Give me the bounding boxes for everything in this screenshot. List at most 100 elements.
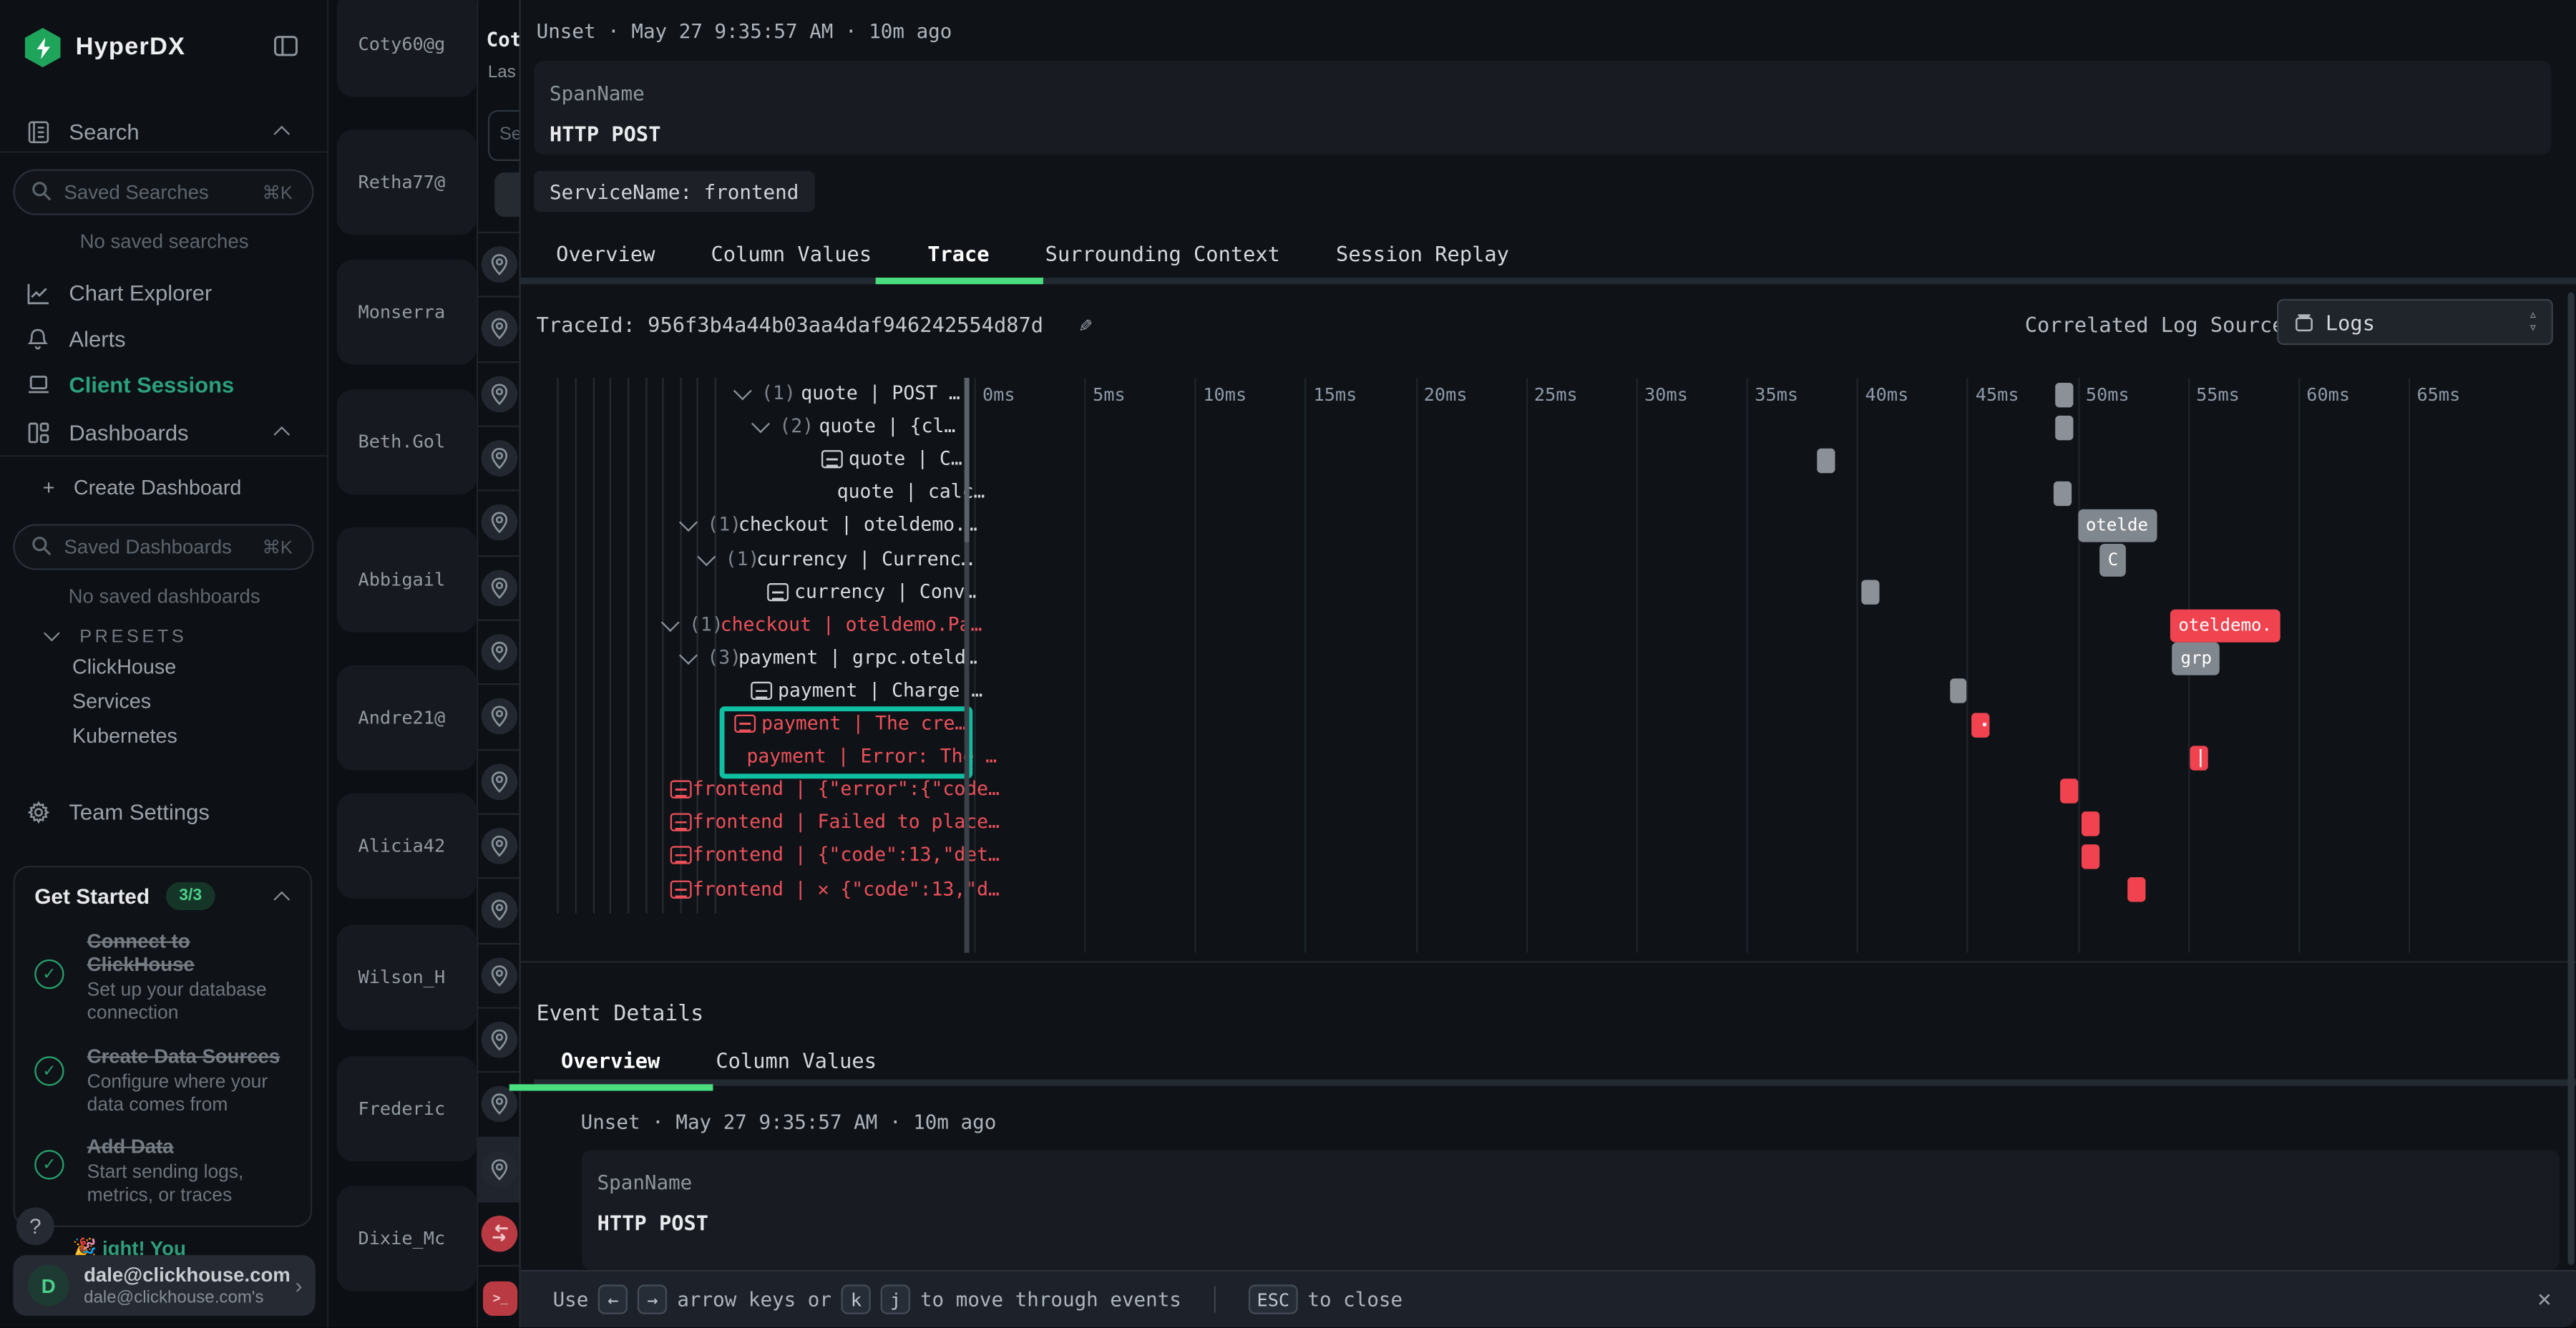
location-pin-icon[interactable] (482, 1086, 518, 1123)
chevron-down-icon[interactable] (733, 381, 751, 400)
saved-searches-input[interactable]: Saved Searches ⌘K (13, 169, 313, 215)
location-pin-icon[interactable] (482, 376, 518, 412)
chevron-down-icon[interactable] (678, 514, 697, 532)
trace-span-bar[interactable] (2128, 877, 2146, 902)
gs-item-title[interactable]: Create Data Sources (87, 1045, 309, 1068)
location-pin-icon[interactable] (482, 311, 518, 348)
tree-scrollbar-thumb[interactable] (964, 378, 969, 542)
session-filter-button[interactable] (494, 172, 518, 217)
location-pin-icon[interactable] (482, 440, 518, 477)
tab-session-replay[interactable]: Session Replay (1308, 230, 1537, 275)
sidebar-item-search[interactable]: Search (0, 112, 328, 151)
location-pin-icon[interactable] (482, 828, 518, 864)
trace-row-label[interactable]: checkout | oteldemo.Pa… (721, 612, 982, 635)
trace-row-label[interactable]: currency | Currenc… (756, 546, 972, 569)
log-doc-icon[interactable] (670, 846, 691, 864)
sidebar-item-client-sessions[interactable]: Client Sessions (0, 365, 328, 404)
trace-row-label[interactable]: payment | grpc.oteld… (738, 645, 977, 668)
chevron-down-icon[interactable] (696, 547, 715, 565)
trace-row-label[interactable]: frontend | ✕ {"code":13,"d… (693, 877, 1000, 899)
session-search-input[interactable]: Sea (488, 110, 518, 161)
trace-span-bar[interactable] (2053, 481, 2071, 505)
trace-span-bar[interactable] (1971, 712, 1989, 736)
trace-span-bar[interactable] (2056, 382, 2074, 406)
trace-span-bar[interactable] (2060, 778, 2078, 803)
location-pin-icon[interactable] (482, 246, 518, 283)
chevron-up-icon[interactable] (273, 892, 290, 908)
session-card[interactable]: Alicia42 (337, 794, 477, 899)
session-card[interactable]: Abbigail (337, 527, 477, 633)
sidebar-item-alerts[interactable]: Alerts (0, 318, 328, 358)
log-doc-icon[interactable] (670, 879, 691, 897)
session-card[interactable]: Coty60@g (337, 0, 477, 97)
trace-span-chip[interactable]: otelde (2077, 510, 2156, 543)
trace-row-label[interactable]: quote | calc… (837, 480, 985, 503)
log-doc-icon[interactable] (766, 582, 788, 600)
session-card[interactable]: Retha77@ (337, 130, 477, 235)
preset-services[interactable]: Services (72, 690, 151, 713)
trace-span-bar[interactable] (1861, 580, 1879, 605)
panel-scrollbar[interactable] (2568, 293, 2575, 1265)
create-dashboard-button[interactable]: + Create Dashboard (43, 477, 242, 499)
trace-span-chip[interactable]: C (2099, 543, 2126, 576)
trace-span-bar[interactable] (2190, 745, 2208, 769)
location-pin-icon[interactable] (482, 957, 518, 994)
navigation-icon[interactable] (482, 1216, 518, 1252)
trace-span-chip[interactable]: grp (2172, 642, 2220, 675)
log-doc-icon[interactable] (670, 814, 691, 831)
tab-column-values[interactable]: Column Values (683, 230, 899, 275)
close-icon[interactable]: ✕ (2537, 1286, 2551, 1313)
gs-item-title[interactable]: Add Data (87, 1135, 309, 1158)
tab-surrounding-context[interactable]: Surrounding Context (1018, 230, 1308, 275)
session-card[interactable]: Wilson_H (337, 925, 477, 1030)
edit-icon[interactable]: ✎ (1079, 314, 1092, 338)
trace-row-label[interactable]: quote | C… (849, 447, 962, 470)
trace-row-label[interactable]: payment | Charge … (778, 678, 982, 701)
location-pin-icon[interactable] (482, 763, 518, 800)
trace-span-bar[interactable] (2082, 844, 2100, 869)
sidebar-collapse-icon[interactable] (273, 33, 299, 67)
terminal-icon[interactable]: >_ (483, 1281, 517, 1316)
trace-span-bar[interactable] (1818, 448, 1835, 472)
trace-row-label[interactable]: checkout | oteldemo.… (738, 513, 977, 536)
trace-span-chip[interactable]: oteldemo. (2170, 609, 2280, 642)
tab-overview[interactable]: Overview (528, 230, 683, 275)
trace-row-label[interactable]: currency | Conv… (794, 580, 976, 602)
location-pin-icon[interactable] (482, 634, 518, 670)
log-source-select[interactable]: Logs ▵▿ (2276, 299, 2552, 345)
ed-tab-column-values[interactable]: Column Values (688, 1037, 904, 1083)
trace-span-bar[interactable] (1950, 679, 1968, 703)
location-pin-icon[interactable] (482, 698, 518, 735)
tab-trace[interactable]: Trace (899, 230, 1017, 275)
session-card[interactable]: Monserra (337, 260, 477, 365)
log-doc-icon[interactable] (670, 781, 691, 799)
session-card[interactable]: Andre21@ (337, 665, 477, 771)
gs-item-title[interactable]: Connect to ClickHouse (87, 929, 285, 975)
saved-dashboards-input[interactable]: Saved Dashboards ⌘K (13, 524, 313, 570)
session-card[interactable]: Beth.Gol (337, 389, 477, 494)
log-doc-icon[interactable] (750, 682, 771, 700)
location-pin-icon[interactable] (482, 1022, 518, 1058)
sidebar-item-dashboards[interactable]: Dashboards (0, 412, 328, 451)
chevron-down-icon[interactable] (751, 415, 769, 434)
service-name-chip[interactable]: ServiceName: frontend (533, 171, 815, 212)
ed-tab-overview[interactable]: Overview (533, 1037, 688, 1083)
user-menu[interactable]: D dale@clickhouse.com dale@clickhouse.co… (13, 1255, 315, 1316)
chevron-down-icon[interactable] (678, 646, 697, 665)
trace-row-label[interactable]: frontend | {"error":{"code… (693, 777, 1000, 800)
help-button[interactable]: ? (16, 1208, 54, 1246)
sidebar-item-chart-explorer[interactable]: Chart Explorer (0, 273, 328, 312)
trace-row-label[interactable]: frontend | Failed to place… (693, 811, 1000, 834)
location-pin-icon[interactable] (482, 570, 518, 606)
trace-row-label[interactable]: quote | {cl… (819, 414, 956, 437)
location-pin-icon[interactable] (482, 505, 518, 542)
chevron-down-icon[interactable] (660, 612, 679, 631)
preset-clickhouse[interactable]: ClickHouse (72, 655, 176, 678)
session-card[interactable]: Frederic (337, 1056, 477, 1161)
sidebar-item-team-settings[interactable]: Team Settings (0, 792, 328, 831)
preset-kubernetes[interactable]: Kubernetes (72, 725, 177, 748)
presets-toggle[interactable]: PRESETS (46, 621, 187, 650)
trace-row-label[interactable]: quote | POST … (801, 381, 960, 404)
trace-span-bar[interactable] (2082, 811, 2100, 836)
location-pin-icon[interactable] (482, 1151, 518, 1188)
